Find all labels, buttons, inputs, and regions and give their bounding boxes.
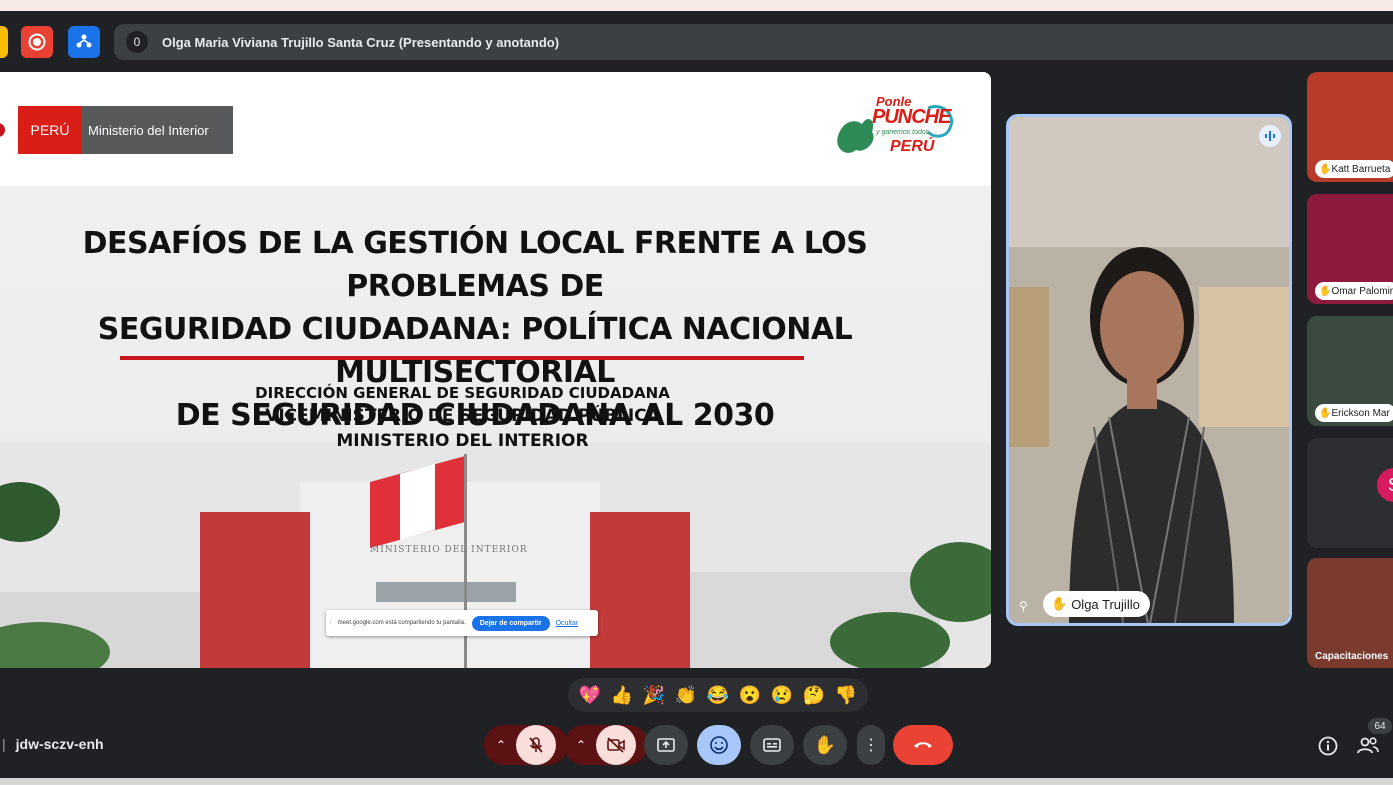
raise-hand-icon: ✋ (813, 734, 837, 755)
stop-sharing-button[interactable]: Dejar de compartir (471, 615, 550, 631)
hand-icon: ✋ (1051, 596, 1068, 611)
browser-top-strip (0, 0, 1393, 11)
speaking-indicator-icon (1259, 125, 1281, 147)
hide-button[interactable]: Ocultar (556, 620, 579, 627)
side-name-chip: ✋ Katt Barrueta (1315, 160, 1393, 178)
meeting-details-button[interactable] (1317, 735, 1339, 757)
activities-icon (76, 34, 92, 48)
pin-icon[interactable]: ⚲ (1019, 599, 1028, 613)
side-tile-4[interactable]: S (1307, 438, 1393, 548)
taskbar-strip (0, 778, 1393, 785)
record-button[interactable] (21, 26, 53, 58)
share-message: meet.google.com está compartiendo tu pan… (337, 620, 466, 626)
logo-line4: PERÚ (890, 138, 935, 155)
subtitle-1: DIRECCIÓN GENERAL DE SEGURIDAD CIUDADANA (255, 384, 670, 402)
title-underline (120, 356, 804, 360)
reaction-thinking[interactable]: 🤔 (803, 685, 825, 706)
mic-off-button[interactable] (516, 725, 556, 765)
meeting-info: | jdw-sczv-enh (2, 736, 104, 752)
side-name: Erickson Mar (1331, 407, 1390, 419)
side-name: Katt Barrueta (1331, 163, 1391, 175)
info-icon (1318, 736, 1338, 756)
main-participant-tile[interactable]: ⚲ ✋ Olga Trujillo (1006, 114, 1292, 626)
hand-icon: ✋ (1319, 285, 1332, 297)
title-line-1: DESAFÍOS DE LA GESTIÓN LOCAL FRENTE A LO… (82, 226, 868, 304)
present-screen-icon (657, 738, 675, 752)
reaction-party[interactable]: 🎉 (643, 685, 665, 706)
camera-group: ⌃ (564, 725, 648, 765)
mic-options-icon[interactable]: ⌃ (496, 738, 506, 752)
captions-button[interactable] (750, 725, 794, 765)
peru-label: PERÚ (18, 106, 82, 154)
participant-name: Olga Trujillo (1071, 596, 1140, 612)
camera-off-button[interactable] (596, 725, 636, 765)
mic-group: ⌃ (484, 725, 568, 765)
presenter-banner: 0 Olga Maria Viviana Trujillo Santa Cruz… (114, 24, 1393, 60)
reaction-clap[interactable]: 👏 (675, 685, 697, 706)
reaction-heart[interactable]: 💖 (579, 685, 601, 706)
reaction-laugh[interactable]: 😂 (707, 685, 729, 706)
slide-header: PERÚ Ministerio del Interior Ponle PUNCH… (0, 72, 991, 186)
end-call-icon (914, 742, 932, 748)
end-call-button[interactable] (893, 725, 953, 765)
side-tile-1[interactable]: ✋ Katt Barrueta (1307, 72, 1393, 182)
logo-line2: PUNCHE (872, 106, 951, 128)
drag-handle-icon[interactable]: ⁞ (330, 620, 332, 626)
activities-button[interactable] (68, 26, 100, 58)
present-screen-button[interactable] (644, 725, 688, 765)
meeting-code: jdw-sczv-enh (15, 736, 104, 752)
side-tile-5[interactable]: Capacitaciones (1307, 558, 1393, 668)
presenter-label: Olga Maria Viviana Trujillo Santa Cruz (… (162, 34, 560, 50)
slide-title: DESAFÍOS DE LA GESTIÓN LOCAL FRENTE A LO… (0, 222, 950, 437)
ministry-label: Ministerio del Interior (82, 106, 233, 154)
camera-off-icon (607, 737, 625, 753)
record-icon (28, 33, 46, 51)
captions-icon (763, 738, 781, 752)
building-sign: MINISTERIO DEL INTERIOR (370, 545, 528, 555)
count-badge: 0 (126, 31, 148, 53)
peru-ministry-badge: PERÚ Ministerio del Interior (0, 106, 233, 154)
side-name-chip: ✋ Erickson Mar (1315, 404, 1393, 422)
people-count-badge: 64 (1368, 718, 1392, 734)
reactions-bar: 💖 👍 🎉 👏 😂 😮 😢 🤔 👎 (568, 678, 868, 712)
yellow-control[interactable] (0, 26, 8, 58)
reaction-thumbs-down[interactable]: 👎 (835, 685, 857, 706)
avatar: S (1377, 468, 1393, 502)
emoji-icon (710, 736, 728, 754)
subtitle-2: VICEMINISTERIO DE SEGURIDAD PÚBLICA (265, 406, 660, 426)
side-name: Capacitaciones (1315, 651, 1389, 662)
screen-share-notice: ⁞ meet.google.com está compartiendo tu p… (326, 610, 598, 636)
people-icon (1357, 737, 1379, 754)
side-tile-3[interactable]: ✋ Erickson Mar (1307, 316, 1393, 426)
hand-icon: ✋ (1319, 407, 1332, 419)
people-button[interactable] (1356, 735, 1382, 757)
more-vert-icon: ⋮ (863, 737, 879, 754)
subtitle-3: MINISTERIO DEL INTERIOR (336, 431, 589, 451)
camera-options-icon[interactable]: ⌃ (576, 738, 586, 752)
side-tile-2[interactable]: ✋ Omar Palomir (1307, 194, 1393, 304)
ponle-punche-logo: Ponle PUNCHE y ganemos todos PERÚ (832, 94, 958, 166)
hand-icon: ✋ (1319, 163, 1332, 175)
more-options-button[interactable]: ⋮ (857, 725, 885, 765)
reaction-surprised[interactable]: 😮 (739, 685, 761, 706)
reaction-thumbs-up[interactable]: 👍 (611, 685, 633, 706)
side-name: Omar Palomir (1331, 285, 1393, 297)
coat-of-arms-icon (0, 106, 6, 154)
title-line-2: SEGURIDAD CIUDADANA: POLÍTICA NACIONAL M… (97, 312, 853, 390)
top-bar: 0 Olga Maria Viviana Trujillo Santa Cruz… (0, 24, 1393, 60)
side-name-chip: ✋ Omar Palomir (1315, 282, 1393, 300)
shared-slide: PERÚ Ministerio del Interior Ponle PUNCH… (0, 72, 991, 668)
participant-name-chip: ✋ Olga Trujillo (1043, 591, 1150, 617)
raise-hand-button[interactable]: ✋ (803, 725, 847, 765)
participant-video (1009, 117, 1289, 623)
logo-line3: y ganemos todos (876, 129, 930, 136)
emoji-button[interactable] (697, 725, 741, 765)
mic-off-icon (529, 737, 543, 753)
reaction-sad[interactable]: 😢 (771, 685, 793, 706)
